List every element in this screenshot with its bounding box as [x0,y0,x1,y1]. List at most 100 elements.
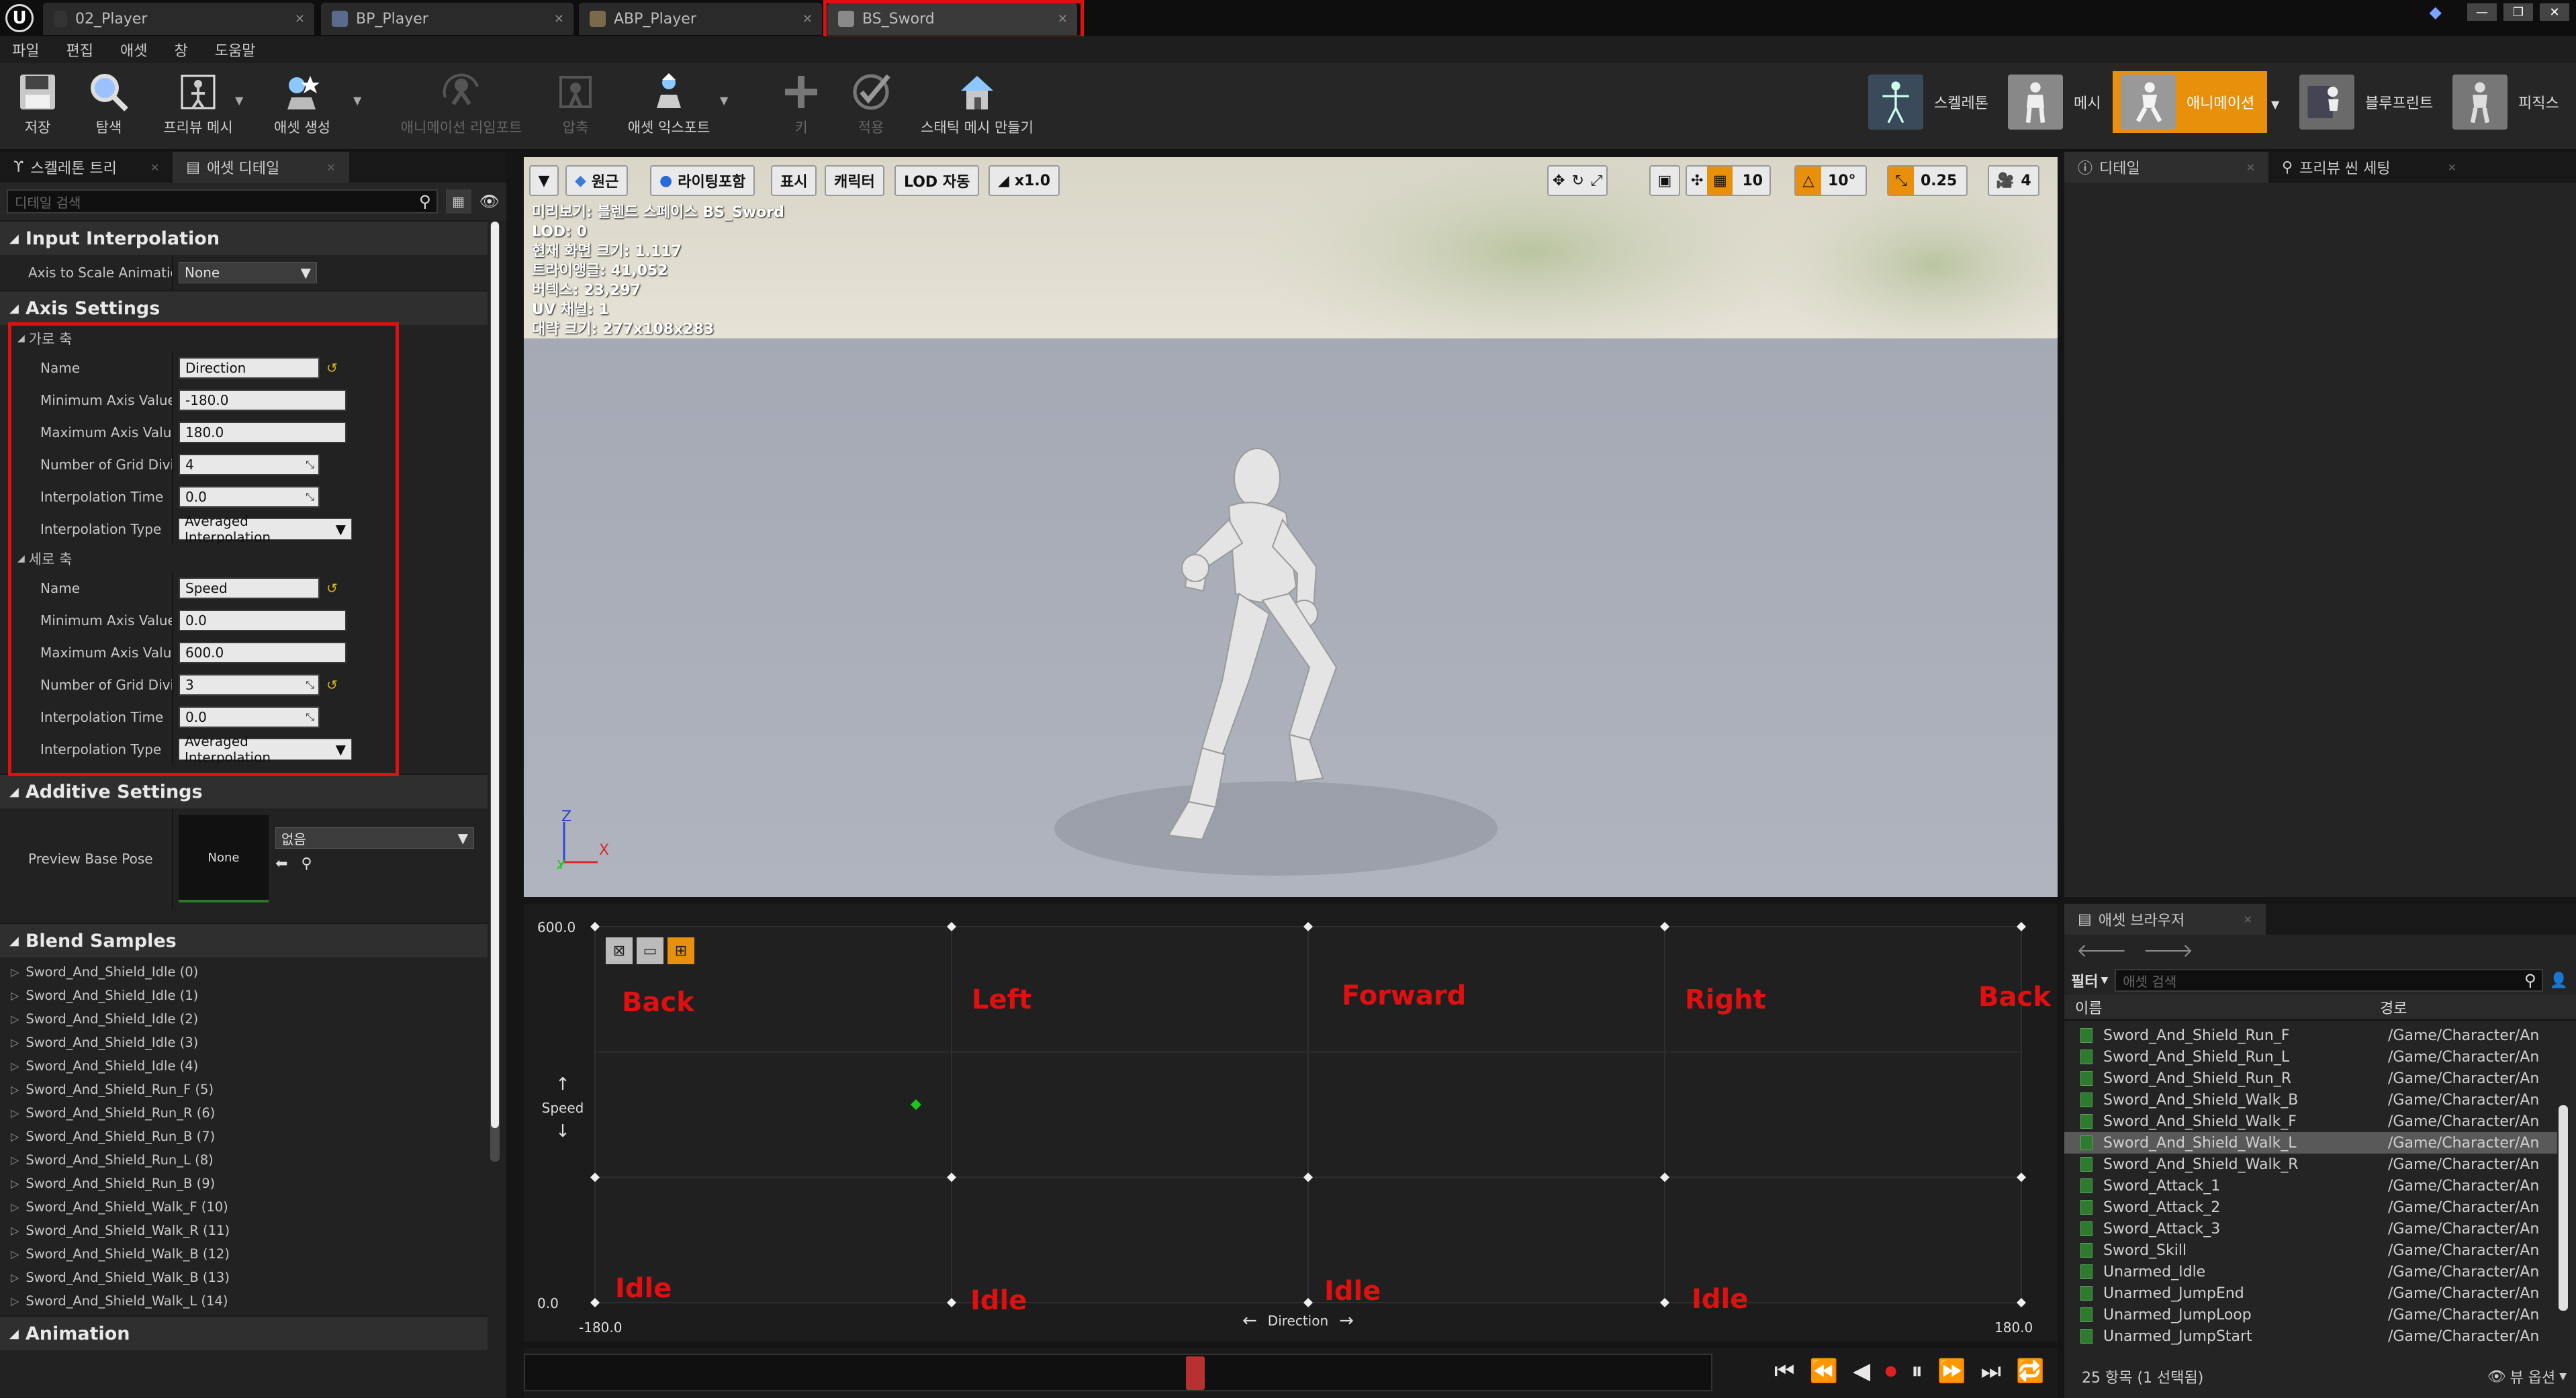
asset-thumbnail[interactable]: None [179,815,269,902]
close-icon[interactable]: ✕ [326,161,335,174]
playback-speed-button[interactable]: ◢ x1.0 [988,165,1060,196]
asset-row[interactable]: Sword_And_Shield_Walk_B/Game/Character/A… [2064,1089,2557,1111]
show-triangulation-icon[interactable]: ⊠ [606,937,633,964]
chevron-down-icon[interactable]: ▼ [2271,98,2279,111]
asset-row[interactable]: Sword_And_Shield_Run_R/Game/Character/An [2064,1068,2557,1089]
character-button[interactable]: 캐릭터 [825,165,884,196]
expand-arrow-icon[interactable]: ▷ [11,1083,19,1096]
world-local-toggle[interactable]: ▣ [1649,165,1680,196]
apply-button[interactable]: 적용 [847,67,894,137]
expand-arrow-icon[interactable]: ▷ [11,1248,19,1260]
key-button[interactable]: 키 [778,67,825,137]
expand-arrow-icon[interactable]: ▷ [11,1177,19,1190]
filter-button[interactable]: 필터 ▼ [2071,970,2108,991]
spin-arrows-icon[interactable]: ⤡ [306,678,314,692]
grid-snap-icon[interactable]: ▦ [1707,167,1733,195]
additive-settings-header[interactable]: ◢ Additive Settings [0,774,488,808]
h-grid-divisions-input[interactable]: 4 ⤡ [179,454,320,475]
close-icon[interactable]: ✕ [2246,161,2255,174]
camera-speed-icon[interactable]: 🎥 [1996,173,2014,189]
asset-search-input[interactable]: 애셋 검색 ⚲ [2115,969,2543,992]
browse-button[interactable]: 탐색 [83,67,134,137]
record-icon[interactable]: ⏺ [1885,1358,1896,1385]
grid-snap-value[interactable]: 10 [1737,173,1763,189]
h-max-value-input[interactable]: 180.0 [179,422,347,443]
blend-sample-item[interactable]: ▷ Sword_And_Shield_Run_F (5) [0,1078,488,1101]
export-asset-button[interactable]: 애셋 익스포트 [614,67,724,137]
expand-arrow-icon[interactable]: ▷ [11,989,19,1002]
blend-samples-header[interactable]: ◢ Blend Samples [0,923,488,958]
close-icon[interactable]: ✕ [802,12,813,26]
blend-sample-item[interactable]: ▷ Sword_And_Shield_Walk_R (11) [0,1219,488,1242]
scale-snap-value[interactable]: 0.25 [1921,173,1957,189]
close-icon[interactable]: ✕ [2448,161,2456,174]
tab-bs-sword[interactable]: BS_Sword ✕ [827,3,1077,35]
translate-icon[interactable]: ✥ [1553,173,1565,189]
blend-sample-item[interactable]: ▷ Sword_And_Shield_Idle (3) [0,1031,488,1054]
tab-skeleton-tree[interactable]: ϒ 스켈레톤 트리 ✕ [0,152,173,183]
reset-icon[interactable]: ↺ [326,580,338,596]
eye-icon[interactable]: 👁 [479,192,500,211]
menu-file[interactable]: 파일 [12,39,39,60]
skip-to-end-icon[interactable]: ⏭ [1980,1358,2001,1385]
v-interp-time-input[interactable]: 0.0 ⤡ [179,706,320,728]
expand-arrow-icon[interactable]: ▷ [11,1154,19,1166]
minimize-icon[interactable]: — [2467,3,2497,21]
playhead[interactable] [1186,1356,1205,1390]
asset-row[interactable]: Unarmed_JumpStart/Game/Character/An [2064,1325,2557,1347]
tab-asset-details[interactable]: ▤ 애셋 디테일 ✕ [173,152,349,183]
chevron-down-icon[interactable]: ▼ [235,94,243,107]
blend-sample-item[interactable]: ▷ Sword_And_Shield_Walk_F (10) [0,1195,488,1219]
asset-row[interactable]: Unarmed_JumpEnd/Game/Character/An [2064,1283,2557,1304]
scale-snap-icon[interactable]: ⤡ [1888,167,1914,195]
step-back-icon[interactable]: ⏪ [1810,1358,1838,1385]
h-min-value-input[interactable]: -180.0 [179,389,347,411]
play-reverse-icon[interactable]: ◀ [1853,1358,1870,1385]
expand-arrow-icon[interactable]: ▷ [11,1013,19,1025]
asset-list-scrollbar[interactable] [2559,1105,2568,1311]
asset-row[interactable]: Sword_And_Shield_Run_L/Game/Character/An [2064,1046,2557,1068]
pause-icon[interactable]: ⏸ [1911,1358,1923,1385]
compress-button[interactable]: 압축 [547,67,604,137]
step-forward-icon[interactable]: ⏩ [1937,1358,1966,1385]
create-asset-button[interactable]: 애셋 생성 [262,67,342,137]
forward-arrow-icon[interactable]: 🡒 [2143,939,2193,962]
lod-auto-button[interactable]: LOD 자동 [894,165,980,196]
tab-bp-player[interactable]: BP_Player ✕ [321,3,573,35]
h-axis-name-input[interactable]: Direction [179,357,320,379]
tab-02-player[interactable]: 02_Player ✕ [43,3,314,35]
animation-header[interactable]: ◢ Animation [0,1315,488,1350]
fit-view-icon[interactable]: ⊞ [668,937,694,964]
v-interp-type-dropdown[interactable]: Averaged Interpolation ▼ [179,733,352,765]
expand-arrow-icon[interactable]: ▷ [11,1224,19,1237]
asset-row[interactable]: Sword_And_Shield_Walk_F/Game/Character/A… [2064,1111,2557,1132]
reset-icon[interactable]: ↺ [326,677,338,693]
blend-sample-item[interactable]: ▷ Sword_And_Shield_Walk_L (14) [0,1289,488,1313]
v-axis-name-input[interactable]: Speed [179,577,320,599]
asset-row[interactable]: Sword_Attack_2/Game/Character/An [2064,1197,2557,1218]
loop-icon[interactable]: 🔁 [2016,1358,2044,1385]
blend-sample-item[interactable]: ▷ Sword_And_Shield_Run_R (6) [0,1101,488,1125]
notification-icon[interactable]: ◆ [2430,3,2442,21]
use-selected-icon[interactable]: ⬅ [275,855,287,872]
mode-skeleton-button[interactable]: 스켈레톤 [1860,71,1996,133]
tab-asset-browser[interactable]: ▤ 애셋 브라우저 ✕ [2064,904,2266,935]
mode-physics-button[interactable]: 피직스 [2444,71,2567,133]
blend-sample-item[interactable]: ▷ Sword_And_Shield_Run_B (9) [0,1172,488,1195]
menu-edit[interactable]: 편집 [66,39,93,60]
perspective-button[interactable]: ◆ 원근 [565,165,629,196]
chevron-down-icon[interactable]: ▼ [353,94,361,107]
back-arrow-icon[interactable]: 🡐 [2076,939,2127,962]
v-grid-divisions-input[interactable]: 3 ⤡ [179,674,320,696]
menu-asset[interactable]: 애셋 [120,39,147,60]
tab-abp-player[interactable]: ABP_Player ✕ [579,3,822,35]
viewport-options-button[interactable]: ▼ [529,165,559,196]
h-interp-type-dropdown[interactable]: Averaged Interpolation ▼ [179,513,352,545]
v-min-value-input[interactable]: 0.0 [179,610,347,631]
asset-row[interactable]: Sword_And_Shield_Run_F/Game/Character/An [2064,1025,2557,1046]
blend-space-editor[interactable]: 600.0 0.0 -180.0 180.0 Back Left Forward Right B… [524,904,2058,1342]
close-icon[interactable]: ✕ [1058,12,1068,26]
reset-icon[interactable]: ↺ [326,360,338,376]
browse-icon[interactable]: ⚲ [301,855,312,872]
blend-sample-item[interactable]: ▷ Sword_And_Shield_Walk_B (13) [0,1266,488,1289]
